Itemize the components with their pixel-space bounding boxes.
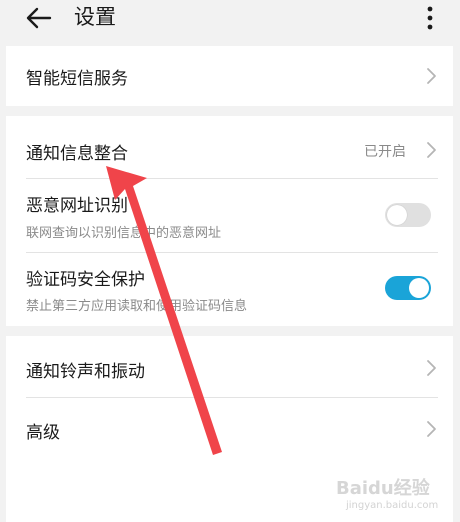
list-item-label: 智能短信服务 xyxy=(26,69,128,89)
malicious-url-toggle[interactable] xyxy=(385,203,431,227)
list-item-advanced[interactable]: 高级 xyxy=(6,398,453,460)
list-item-notification-merge[interactable]: 通知信息整合 已开启 xyxy=(6,116,453,178)
list-item-ringtone[interactable]: 通知铃声和振动 xyxy=(6,336,453,397)
chevron-right-icon xyxy=(427,360,436,376)
list-item-label: 通知信息整合 xyxy=(26,144,128,164)
list-item-label: 通知铃声和振动 xyxy=(26,362,145,382)
back-arrow-icon[interactable] xyxy=(24,3,54,33)
list-item-label: 验证码安全保护 xyxy=(26,270,145,290)
list-item-description: 禁止第三方应用读取和使用验证码信息 xyxy=(26,299,248,314)
watermark-url: jingyan.baidu.com xyxy=(346,500,439,511)
code-protect-toggle[interactable] xyxy=(385,276,431,300)
list-item-malicious-url[interactable]: 恶意网址识别 联网查询以识别信息中的恶意网址 xyxy=(6,179,453,252)
list-item-label: 恶意网址识别 xyxy=(26,196,128,216)
list-item-description: 联网查询以识别信息中的恶意网址 xyxy=(26,226,222,241)
page-title: 设置 xyxy=(74,5,116,29)
list-item-label: 高级 xyxy=(26,423,60,443)
chevron-right-icon xyxy=(427,142,436,158)
toggle-knob xyxy=(387,205,407,225)
settings-card-sms-service: 智能短信服务 xyxy=(6,46,453,106)
settings-card-security: 通知信息整合 已开启 恶意网址识别 联网查询以识别信息中的恶意网址 验证码安全保… xyxy=(6,116,453,326)
list-item-smart-sms[interactable]: 智能短信服务 xyxy=(6,46,453,106)
chevron-right-icon xyxy=(427,68,436,84)
watermark-logo: Baidu经验 xyxy=(336,478,430,499)
more-vertical-icon[interactable] xyxy=(420,4,440,32)
list-item-code-protect[interactable]: 验证码安全保护 禁止第三方应用读取和使用验证码信息 xyxy=(6,253,453,326)
chevron-right-icon xyxy=(427,421,436,437)
toggle-knob xyxy=(409,278,429,298)
status-value: 已开启 xyxy=(364,144,406,160)
top-bar: 设置 xyxy=(0,0,460,40)
